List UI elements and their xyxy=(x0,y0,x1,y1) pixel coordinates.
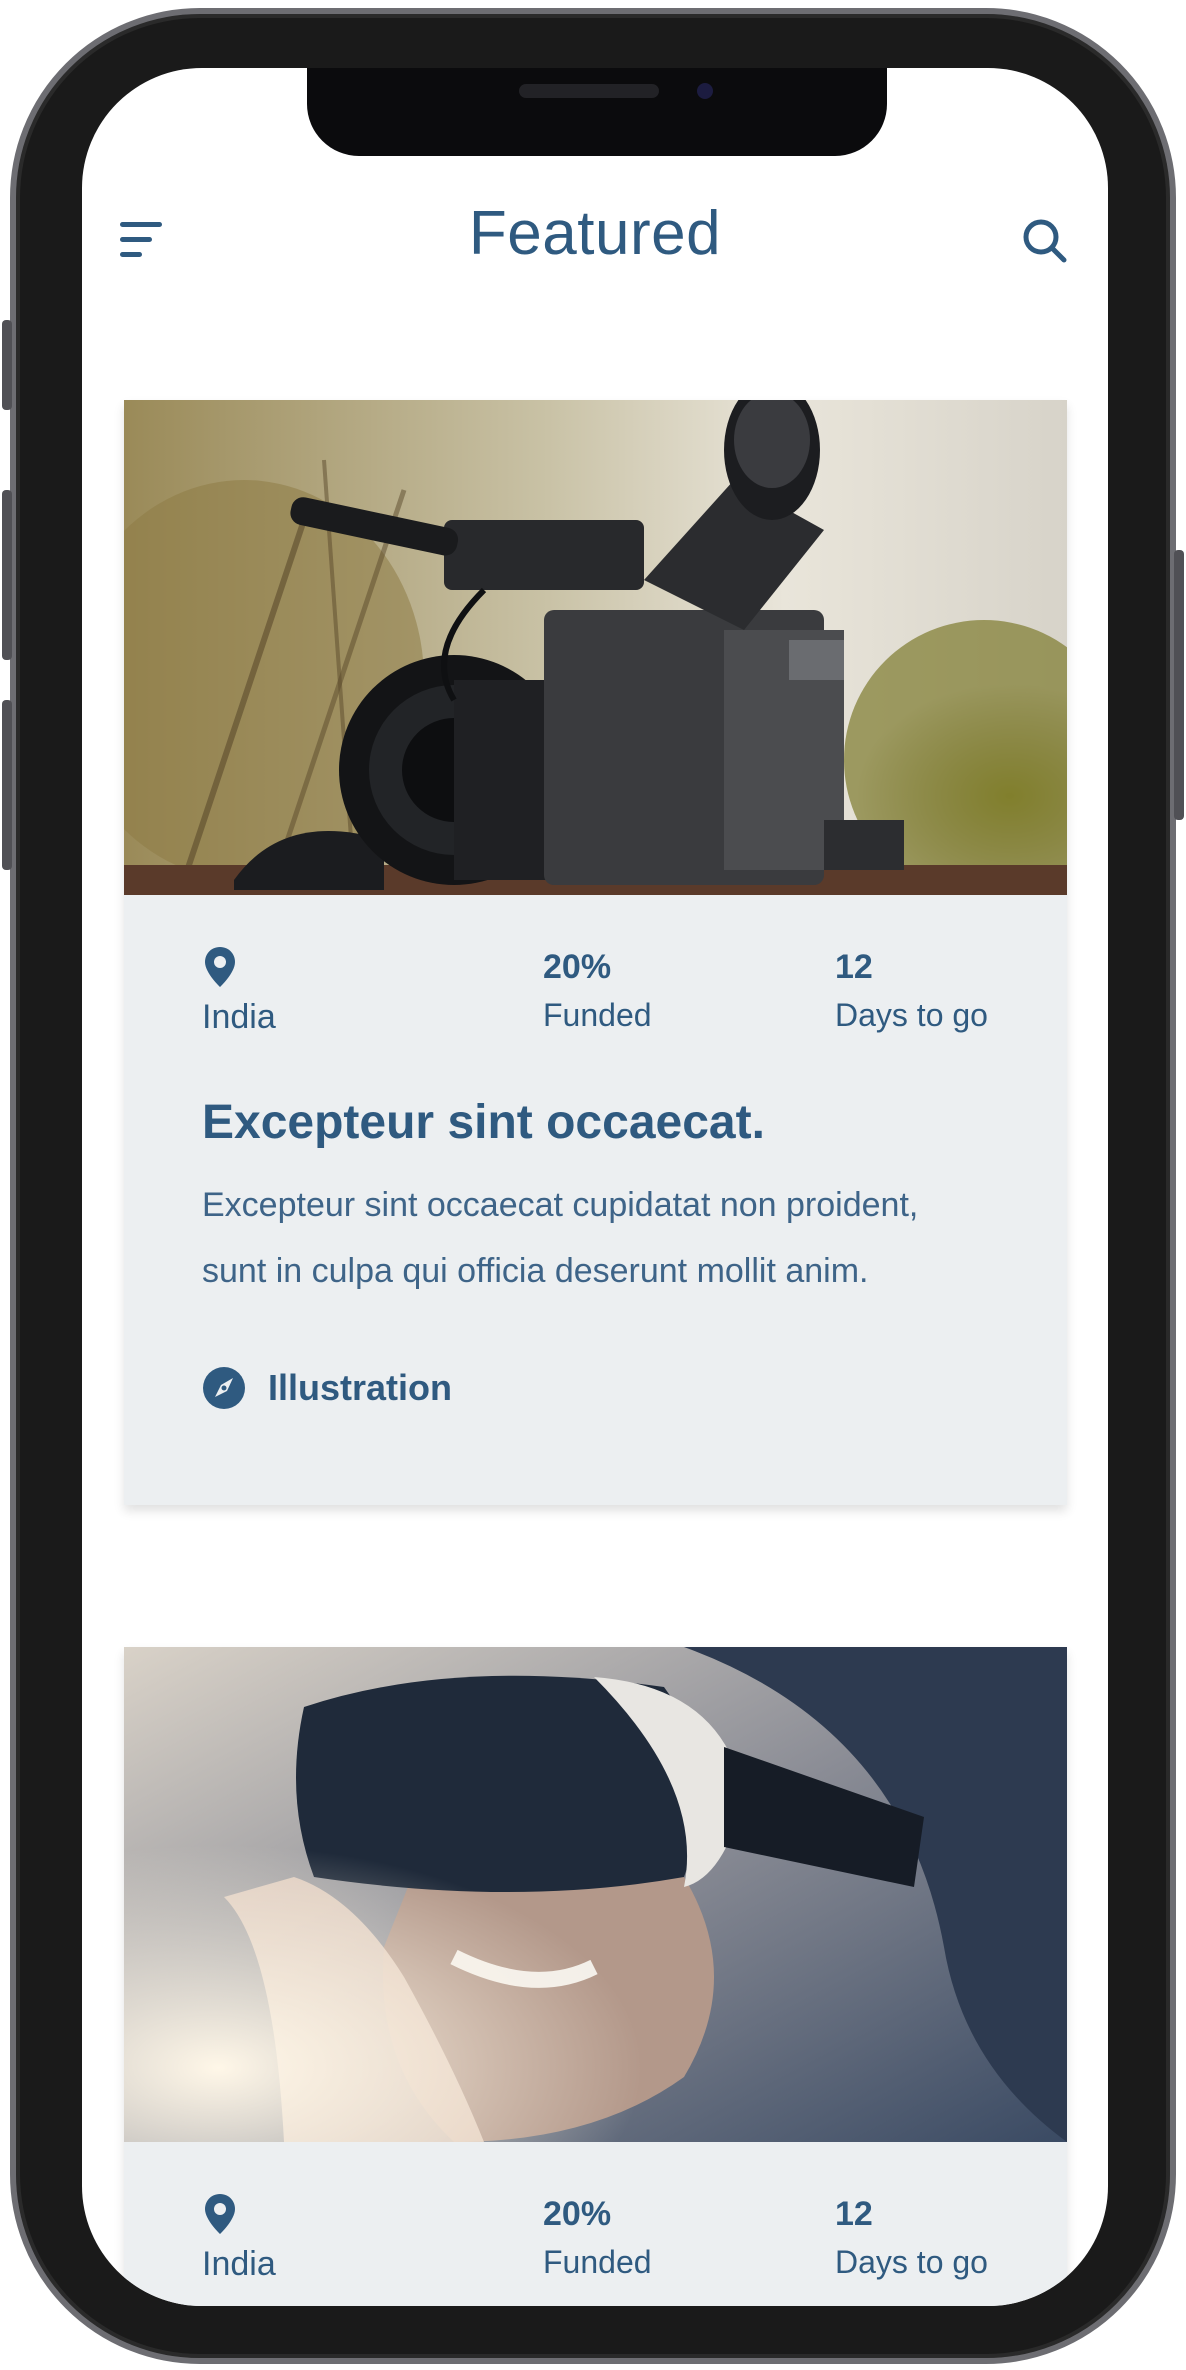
days-stat: 12 Days to go xyxy=(835,947,988,1039)
page-title: Featured xyxy=(468,199,722,268)
days-value: 12 xyxy=(835,2195,873,2233)
compass-icon xyxy=(203,1367,245,1409)
app-screen: Featured India 20% Funded 12 Days to go … xyxy=(82,68,1108,2306)
days-stat: 12 Days to go xyxy=(835,2194,988,2286)
location-pin-icon xyxy=(205,2194,235,2234)
location-stat: India xyxy=(202,945,276,1041)
funded-value: 20% xyxy=(543,948,612,986)
project-title: Excepteur sint occaecat. xyxy=(202,1096,765,1149)
funded-label: Funded xyxy=(543,2244,652,2280)
category-label: Illustration xyxy=(268,1367,453,1408)
days-value: 12 xyxy=(835,948,873,986)
funded-label: Funded xyxy=(543,997,652,1033)
location-stat: India xyxy=(202,2192,276,2288)
category-tag[interactable]: Illustration xyxy=(202,1364,452,1412)
funded-stat: 20% Funded xyxy=(543,947,652,1039)
days-label: Days to go xyxy=(835,997,988,1033)
app-header: Featured xyxy=(82,178,1108,298)
video-camera-photo xyxy=(124,400,1067,895)
mute-switch xyxy=(2,320,12,410)
vr-headset-photo xyxy=(124,1647,1067,2142)
days-label: Days to go xyxy=(835,2244,988,2280)
project-description: Excepteur sint occaecat cupidatat non pr… xyxy=(202,1186,919,1290)
funded-stat: 20% Funded xyxy=(543,2194,652,2286)
volume-up-button xyxy=(2,490,12,660)
power-button xyxy=(1174,550,1184,820)
funded-value: 20% xyxy=(543,2195,612,2233)
project-card[interactable]: India 20% Funded 12 Days to go Excepteur… xyxy=(124,400,1067,1505)
project-stats: India 20% Funded 12 Days to go xyxy=(124,2142,1067,2306)
front-camera xyxy=(697,83,713,99)
project-stats: India 20% Funded 12 Days to go xyxy=(124,895,1067,1065)
phone-notch xyxy=(307,68,887,156)
volume-down-button xyxy=(2,700,12,870)
speaker-grille xyxy=(519,84,659,98)
location-label: India xyxy=(202,2245,276,2283)
location-pin-icon xyxy=(205,947,235,987)
search-icon[interactable] xyxy=(1022,218,1068,264)
project-card[interactable]: India 20% Funded 12 Days to go xyxy=(124,1647,1067,2306)
location-label: India xyxy=(202,998,276,1036)
